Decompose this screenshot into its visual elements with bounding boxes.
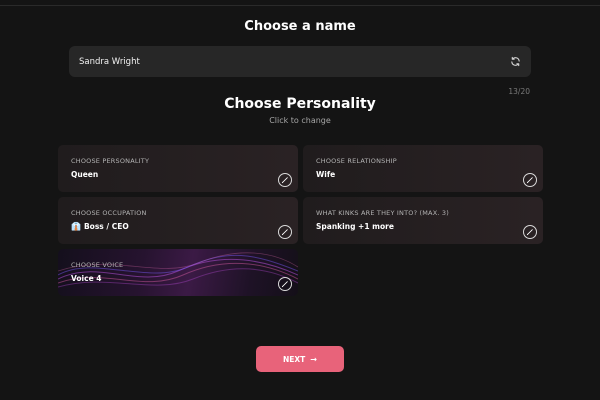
edit-kinks-button[interactable] (523, 225, 537, 239)
card-label: WHAT KINKS ARE THEY INTO? (MAX. 3) (316, 209, 449, 217)
card-value-text: Voice 4 (71, 274, 102, 283)
occupation-card[interactable]: CHOOSE OCCUPATION 👔 Boss / CEO (58, 197, 298, 244)
voice-card[interactable]: CHOOSE VOICE Voice 4 (58, 249, 298, 296)
create-character-page: Choose a name 13/20 Choose Personality C… (0, 0, 600, 400)
name-field[interactable] (69, 46, 531, 77)
edit-icon (281, 229, 288, 236)
card-value-text: Boss / CEO (83, 222, 129, 231)
edit-voice-button[interactable] (278, 277, 292, 291)
edit-occupation-button[interactable] (278, 225, 292, 239)
personality-subtitle: Click to change (269, 116, 331, 125)
name-input[interactable] (69, 46, 499, 77)
next-button-label: NEXT (282, 354, 306, 364)
card-value: Spanking +1 more (316, 222, 394, 231)
refresh-icon[interactable] (509, 55, 522, 68)
card-value: 👔 Boss / CEO (71, 222, 129, 231)
card-value: Voice 4 (71, 274, 101, 283)
voice-wave-graphic (58, 252, 298, 288)
card-value-text: Spanking +1 more (316, 222, 394, 231)
top-divider (0, 5, 600, 6)
edit-icon (526, 229, 533, 236)
character-counter: 13/20 (508, 87, 530, 96)
card-label: CHOOSE PERSONALITY (71, 157, 150, 165)
personality-section-title: Choose Personality (224, 96, 376, 112)
edit-icon (526, 177, 533, 184)
edit-personality-button[interactable] (278, 173, 292, 187)
relationship-card[interactable]: CHOOSE RELATIONSHIP Wife (303, 145, 543, 192)
edit-icon (281, 177, 288, 184)
kinks-card[interactable]: WHAT KINKS ARE THEY INTO? (MAX. 3) Spank… (303, 197, 543, 244)
card-label: CHOOSE VOICE (71, 261, 124, 269)
personality-card[interactable]: CHOOSE PERSONALITY Queen (58, 145, 298, 192)
edit-relationship-button[interactable] (523, 173, 537, 187)
card-value-text: Queen (71, 170, 99, 179)
arrow-right-icon: → (310, 354, 317, 364)
next-button[interactable]: NEXT → (256, 346, 344, 372)
card-label: CHOOSE RELATIONSHIP (316, 157, 397, 165)
occupation-emoji: 👔 (71, 222, 81, 231)
card-value: Wife (316, 170, 335, 179)
card-label: CHOOSE OCCUPATION (71, 209, 147, 217)
name-section-title: Choose a name (244, 19, 356, 34)
card-value: Queen (71, 170, 98, 179)
edit-icon (281, 281, 288, 288)
card-value-text: Wife (316, 170, 336, 179)
